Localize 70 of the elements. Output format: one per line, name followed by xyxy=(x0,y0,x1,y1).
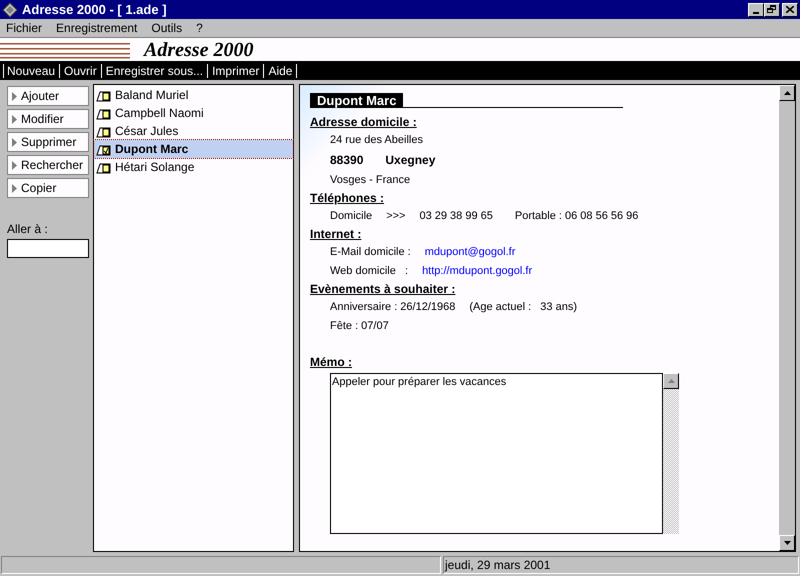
triangle-icon xyxy=(12,184,17,192)
contact-name: Hétari Solange xyxy=(115,159,194,176)
action-button[interactable]: Modifier xyxy=(7,109,89,129)
birthday-text: Anniversaire : 26/12/1968 xyxy=(330,300,456,316)
email-link[interactable]: mdupont@gogol.fr xyxy=(424,244,516,261)
window-title: Adresse 2000 - [ 1.ade ] xyxy=(22,0,167,19)
contact-name: Dupont Marc xyxy=(115,141,188,158)
triangle-icon xyxy=(12,160,17,170)
section-heading: Adresse domicile : xyxy=(310,114,417,131)
close-button[interactable] xyxy=(782,2,798,16)
goto-label: Aller à : xyxy=(7,221,49,238)
toolbar-link[interactable]: Imprimer xyxy=(212,62,260,80)
web-link[interactable]: http://mdupont.gogol.fr xyxy=(422,263,532,280)
age-text: (Age actuel : 33 ans) xyxy=(469,300,577,316)
triangle-icon xyxy=(12,114,17,124)
phone-label: Domicile xyxy=(330,209,372,224)
banner-title: Adresse 2000 xyxy=(144,38,254,62)
toolbar-link[interactable]: Enregistrer sous... xyxy=(106,62,204,80)
toolbar-link[interactable]: Aide xyxy=(268,62,292,80)
section-heading: Evènements à souhaiter : xyxy=(310,281,456,298)
address-card-icon xyxy=(96,160,111,174)
menu-item[interactable]: ? xyxy=(196,19,203,37)
memo-scrollbar[interactable] xyxy=(663,373,679,534)
menu-item[interactable]: Fichier xyxy=(6,19,42,37)
contact-title: Dupont Marc xyxy=(310,93,404,108)
address-card-icon xyxy=(96,142,111,156)
phone-number: 03 29 38 99 65 xyxy=(419,209,493,224)
arrow-text: >>> xyxy=(386,209,406,224)
mobile-text: Portable : 06 08 56 56 96 xyxy=(514,209,638,224)
contact-name: Baland Muriel xyxy=(115,87,188,104)
menu-item[interactable]: Outils xyxy=(151,19,182,37)
action-button[interactable]: Rechercher xyxy=(7,155,89,175)
contact-name: César Jules xyxy=(115,123,178,140)
status-date: jeudi, 29 mars 2001 xyxy=(443,556,799,574)
menu-item[interactable]: Enregistrement xyxy=(56,19,138,37)
action-button[interactable]: Supprimer xyxy=(7,132,89,152)
city-text: Uxegney xyxy=(385,152,436,168)
app-icon xyxy=(2,2,18,18)
restore-button[interactable] xyxy=(764,2,780,16)
close-icon[interactable] xyxy=(786,6,794,13)
street-text: 24 rue des Abeilles xyxy=(330,133,423,148)
name-day-text: Fête : 07/07 xyxy=(330,319,389,334)
address-card-icon xyxy=(96,106,111,120)
action-button[interactable]: Copier xyxy=(7,178,89,198)
minimize-button[interactable] xyxy=(748,2,764,16)
toolbar-link[interactable]: Nouveau xyxy=(7,62,56,80)
contact-item[interactable]: César Jules xyxy=(94,122,293,140)
contact-item[interactable]: Hétari Solange xyxy=(94,158,293,176)
memo-field[interactable]: Appeler pour préparer les vacances xyxy=(330,373,663,534)
contact-item[interactable]: Baland Muriel xyxy=(94,86,293,104)
section-heading: Téléphones : xyxy=(310,190,384,207)
web-label: Web domicile : xyxy=(330,264,408,280)
toolbar-link[interactable]: Ouvrir xyxy=(64,62,97,80)
contact-item[interactable]: Campbell Naomi xyxy=(94,104,293,122)
section-heading: Mémo : xyxy=(310,354,352,371)
triangle-icon xyxy=(12,138,17,146)
scroll-up-icon[interactable] xyxy=(784,91,790,95)
action-button[interactable]: Ajouter xyxy=(7,86,89,106)
contact-name: Campbell Naomi xyxy=(115,105,204,122)
scrollbar[interactable] xyxy=(779,85,795,551)
address-card-icon xyxy=(96,88,111,102)
address-card-icon xyxy=(96,124,111,138)
postcode-text: 88390 xyxy=(330,152,364,168)
triangle-icon xyxy=(12,92,17,100)
section-heading: Internet : xyxy=(310,226,362,243)
scroll-down-icon[interactable] xyxy=(784,541,790,545)
goto-field[interactable] xyxy=(7,239,89,258)
region-text: Vosges - France xyxy=(330,173,410,188)
email-label: E-Mail domicile : xyxy=(330,245,411,260)
contact-item[interactable]: Dupont Marc xyxy=(94,140,293,158)
